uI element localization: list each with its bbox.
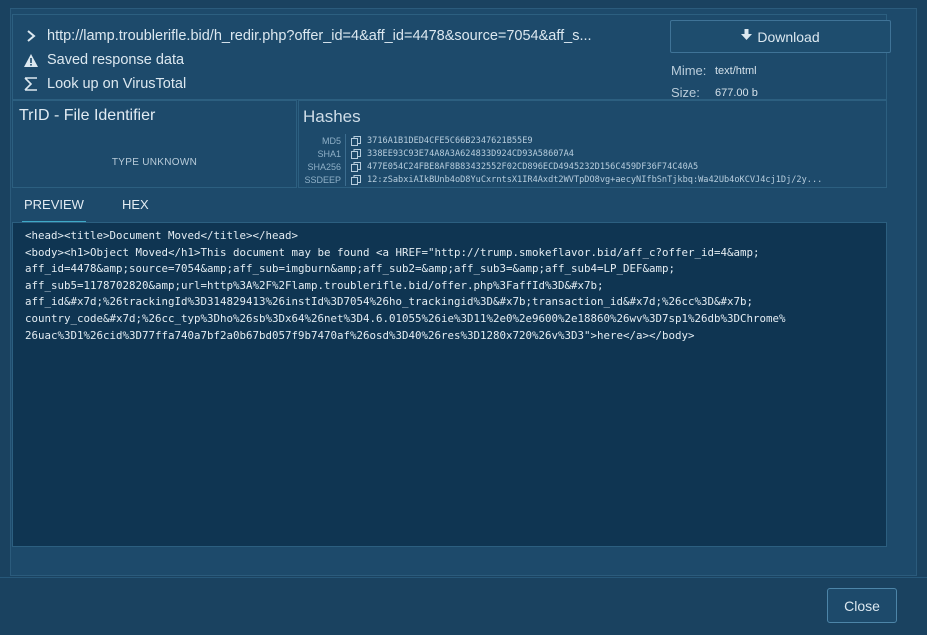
close-button[interactable]: Close [827, 588, 897, 623]
hash-label: SHA256 [307, 161, 341, 172]
size-value: 677.00 b [715, 86, 758, 99]
trid-title: TrID - File Identifier [19, 107, 156, 124]
size-key: Size: [671, 85, 700, 100]
trid-type: TYPE UNKNOWN [111, 157, 198, 168]
saved-response-label: Saved response data [47, 52, 185, 68]
file-info: http://lamp.troublerifle.bid/h_redir.php… [13, 15, 659, 101]
hash-label: MD5 [321, 135, 341, 146]
hash-value: 477E054C24FBE8AF8B83432552F02CD896ECD494… [367, 161, 699, 172]
download-arrow-icon [741, 29, 753, 44]
file-header-panel: http://lamp.troublerifle.bid/h_redir.php… [12, 14, 891, 101]
size-info: Size: 677.00 b [671, 85, 758, 100]
hash-value: 338EE93C93E74A8A3A624833D924CD93A58607A4 [367, 148, 574, 159]
hash-row-ssdeep: SSDEEP 12:zSabxiAIkBUnb4oD8YuCxrntsX1IR4… [299, 173, 886, 186]
dialog-footer [0, 577, 927, 635]
saved-response-link[interactable]: Saved response data [23, 50, 184, 70]
hash-value: 3716A1B1DED4CFE5C66B2347621B55E9 [367, 135, 533, 146]
url-text: http://lamp.troublerifle.bid/h_redir.php… [47, 28, 592, 44]
hash-row-sha256: SHA256 477E054C24FBE8AF8B83432552F02CD89… [299, 160, 886, 173]
preview-content[interactable]: <head><title>Document Moved</title></hea… [12, 222, 887, 547]
virustotal-link[interactable]: Look up on VirusTotal [23, 74, 186, 94]
hashes-title: Hashes [303, 107, 361, 126]
copy-icon[interactable] [351, 174, 361, 185]
view-tabs: PREVIEW HEX [22, 197, 187, 223]
download-label: Download [757, 28, 820, 45]
mime-info: Mime: text/html [671, 63, 757, 78]
url-link[interactable]: http://lamp.troublerifle.bid/h_redir.php… [23, 26, 653, 46]
mime-value: text/html [715, 64, 757, 77]
copy-icon[interactable] [351, 161, 361, 172]
sigma-icon [23, 76, 39, 92]
trid-panel: TrID - File Identifier TYPE UNKNOWN [12, 100, 297, 188]
hash-row-md5: MD5 3716A1B1DED4CFE5C66B2347621B55E9 [299, 134, 886, 147]
hash-row-sha1: SHA1 338EE93C93E74A8A3A624833D924CD93A58… [299, 147, 886, 160]
download-button[interactable]: Download [670, 20, 891, 53]
hash-value: 12:zSabxiAIkBUnb4oD8YuCxrntsX1IR4Axdt2WV… [367, 174, 823, 185]
hashes-panel: Hashes MD5 3716A1B1DED4CFE5C66B2347621B5… [298, 100, 887, 188]
tab-hex[interactable]: HEX [122, 197, 149, 223]
hash-label: SHA1 [317, 148, 341, 159]
tab-preview[interactable]: PREVIEW [22, 197, 86, 223]
copy-icon[interactable] [351, 148, 361, 159]
chevron-right-icon [23, 28, 39, 44]
hash-label: SSDEEP [304, 174, 341, 185]
warning-icon [23, 52, 39, 68]
copy-icon[interactable] [351, 135, 361, 146]
virustotal-label: Look up on VirusTotal [47, 76, 187, 92]
mime-key: Mime: [671, 63, 707, 78]
